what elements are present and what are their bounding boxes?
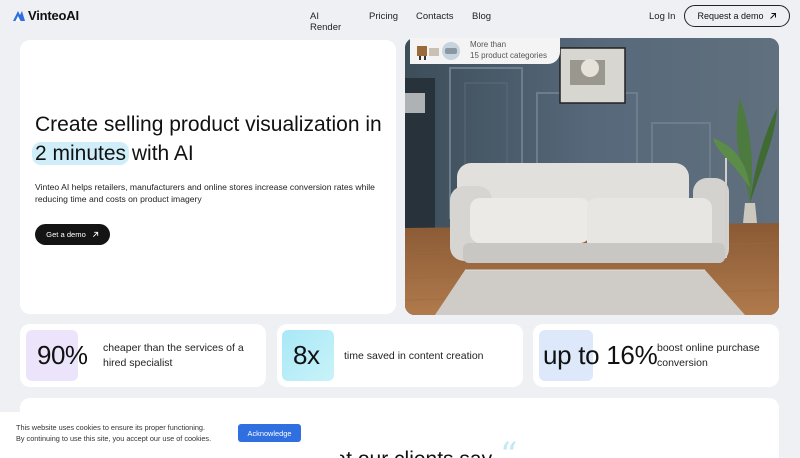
arrow-up-right-icon	[769, 13, 776, 19]
hero-title-start: Create selling product visualization in	[35, 113, 382, 136]
get-demo-label: Get a demo	[46, 230, 86, 239]
stat-card-time-saved: 8x time saved in content creation	[277, 324, 523, 387]
logo[interactable]: VinteoAI	[12, 8, 79, 23]
stat-value: 90%	[37, 340, 88, 370]
logo-icon	[13, 10, 25, 21]
stat-label: time saved in content creation	[344, 350, 484, 362]
hero-title: Create selling product visualization in …	[32, 110, 385, 168]
stat-value: up to 16%	[543, 340, 658, 370]
request-demo-button[interactable]: Request a demo	[684, 5, 790, 27]
cookie-line-1: This website uses cookies to ensure its …	[16, 423, 206, 432]
hero-description: Vinteo AI helps retailers, manufacturers…	[35, 182, 375, 204]
living-room-illustration	[405, 38, 779, 315]
get-demo-button[interactable]: Get a demo	[35, 224, 110, 245]
badge-line-2: 15 product categories	[470, 51, 547, 60]
hero-card: Create selling product visualization in …	[20, 40, 396, 314]
logo-text: VinteoAI	[28, 8, 79, 23]
nav-blog[interactable]: Blog	[472, 11, 491, 22]
nav-pricing[interactable]: Pricing	[369, 11, 398, 22]
stat-value: 8x	[293, 340, 320, 370]
stat-label: cheaper than the services of a hired spe…	[103, 342, 244, 369]
hero-title-highlight: 2 minutes	[32, 142, 130, 165]
product-categories-badge: More than 15 product categories	[410, 38, 560, 64]
arrow-up-right-icon	[92, 231, 98, 237]
site-header: VinteoAI AI Render Pricing Contacts Blog…	[0, 0, 800, 34]
stat-card-conversion: up to 16% boost online purchase conversi…	[533, 324, 779, 387]
stat-label: boost online purchase conversion	[657, 342, 760, 369]
login-link[interactable]: Log In	[649, 11, 675, 22]
quote-icon: “	[500, 435, 518, 458]
cookie-text: This website uses cookies to ensure its …	[16, 423, 246, 444]
badge-text: More than 15 product categories	[470, 39, 547, 61]
hero-room-image	[405, 38, 779, 315]
badge-line-1: More than	[470, 40, 507, 49]
nav-ai-render[interactable]: AI Render	[310, 11, 341, 33]
stat-card-cheaper: 90% cheaper than the services of a hired…	[20, 324, 266, 387]
acknowledge-button[interactable]: Acknowledge	[238, 424, 301, 442]
request-demo-label: Request a demo	[697, 11, 764, 21]
cookie-line-2: By continuing to use this site, you acce…	[16, 433, 212, 443]
nav-contacts[interactable]: Contacts	[416, 11, 454, 22]
product-thumbnails	[417, 42, 460, 60]
hero-title-end: with AI	[126, 142, 194, 165]
